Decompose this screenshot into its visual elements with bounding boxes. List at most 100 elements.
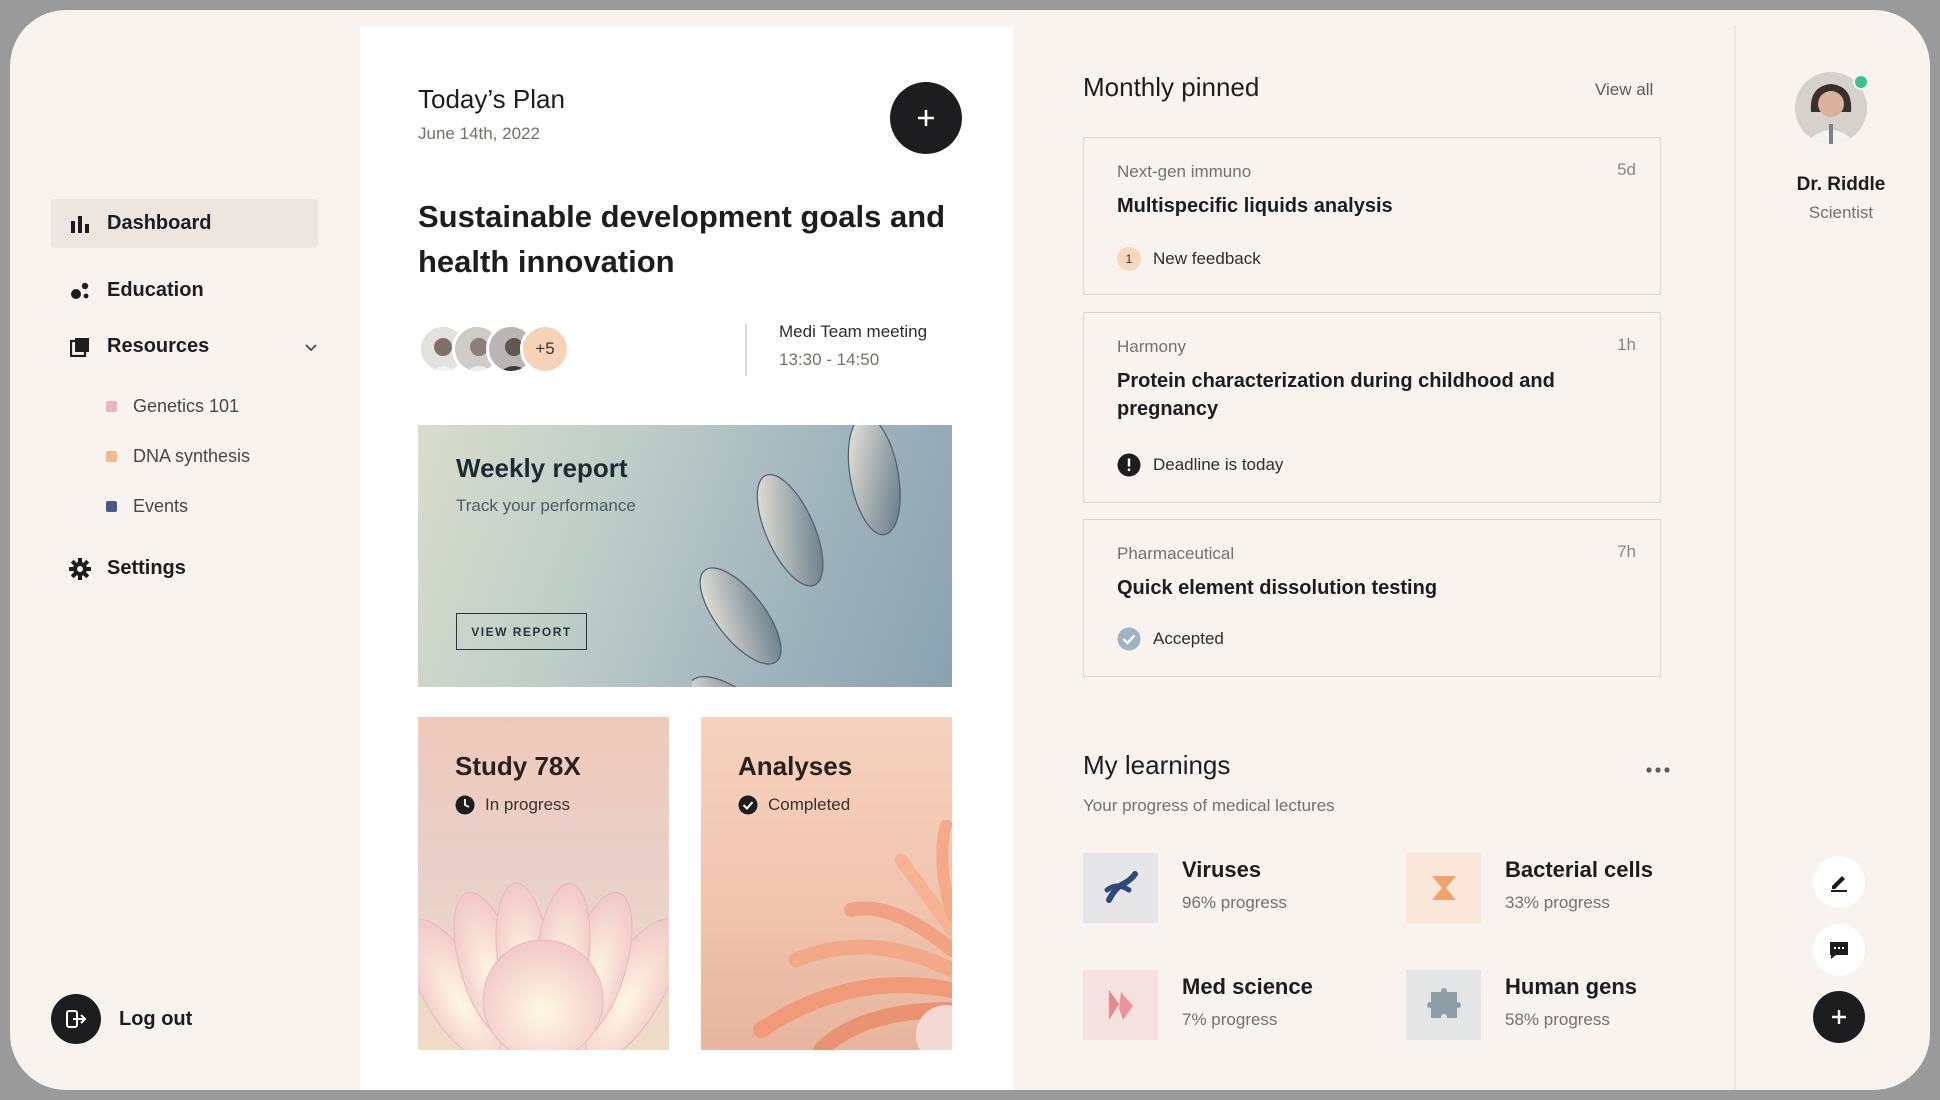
puzzle-icon [1406,970,1481,1040]
sidebar-subitem-label: Genetics 101 [133,396,240,416]
learning-item-viruses[interactable]: Viruses 96% progress [1083,853,1287,923]
color-swatch [106,401,117,412]
pinned-category: Next-gen immuno [1117,162,1252,181]
meeting-name: Medi Team meeting [779,322,928,341]
pinned-time: 7h [1617,542,1636,561]
pinned-item[interactable]: Pharmaceutical 7h Quick element dissolut… [1083,519,1661,677]
sidebar: Dashboard Education Resources Genetics 1… [10,10,360,1090]
weekly-report-title: Weekly report [456,453,628,483]
card-status-label: In progress [485,795,571,814]
pinned-title: Protein characterization during childhoo… [1117,370,1555,420]
sidebar-item-label: Resources [107,335,210,357]
pinned-time: 1h [1617,335,1636,354]
alert-icon [1117,453,1141,477]
learning-item-med-science[interactable]: Med science 7% progress [1083,970,1313,1040]
view-all-link[interactable]: View all [1595,80,1653,100]
sidebar-item-education[interactable]: Education [51,266,318,315]
learning-progress: 58% progress [1505,1010,1610,1029]
analyses-card[interactable]: Analyses Completed [701,717,952,1050]
sidebar-subitem-genetics[interactable]: Genetics 101 [106,396,239,417]
monthly-pinned-title: Monthly pinned [1083,72,1260,102]
meeting-time: 13:30 - 14:50 [779,350,880,369]
flask-icon [1083,970,1158,1040]
bar-chart-icon [69,213,91,235]
clock-icon [455,795,475,815]
plus-icon [1832,1010,1846,1024]
sidebar-item-label: Dashboard [107,212,212,234]
sidebar-item-label: Education [107,279,204,301]
learning-progress: 33% progress [1505,893,1610,912]
pinned-category: Harmony [1117,337,1186,356]
add-plan-button[interactable] [890,82,962,154]
learning-name: Human gens [1505,974,1638,999]
pinned-time: 5d [1617,160,1636,179]
card-title: Study 78X [455,751,581,781]
weekly-report-subtitle: Track your performance [456,496,636,515]
color-swatch [106,451,117,462]
add-button[interactable] [1813,991,1865,1043]
pinned-status-label: Accepted [1153,629,1224,648]
learning-progress: 7% progress [1182,1010,1278,1029]
card-status: Completed [738,795,850,815]
plan-title: Today’s Plan [418,84,565,114]
card-status-label: Completed [768,795,851,814]
tentacle-illustration [753,820,952,1050]
messages-button[interactable] [1813,924,1865,976]
pinned-status: Accepted [1117,627,1224,651]
todays-plan-panel: Today’s Plan June 14th, 2022 Sustainable… [360,26,1013,1090]
pinned-title: Quick element dissolution testing [1117,577,1438,599]
pencil-icon [1831,876,1847,892]
logout-label: Log out [119,1007,193,1030]
check-circle-icon [1117,627,1141,651]
notification-badge: 1 [1117,247,1141,271]
profile-name: Dr. Riddle [1796,174,1886,195]
chevron-down-icon[interactable] [304,336,318,359]
logout-button[interactable]: Log out [51,994,192,1044]
pinned-title: Multispecific liquids analysis [1117,195,1393,217]
pinned-item[interactable]: Next-gen immuno 5d Multispecific liquids… [1083,137,1661,295]
weekly-report-card: Weekly report Track your performance VIE… [418,425,952,687]
online-status-indicator [1853,74,1869,90]
sidebar-item-resources[interactable]: Resources [51,322,318,371]
virus-icon [1083,853,1158,923]
molecule-icon [69,280,91,302]
learning-name: Bacterial cells [1505,857,1653,882]
card-status: In progress [455,795,570,815]
view-report-button[interactable]: VIEW REPORT [456,613,587,650]
attendee-avatars[interactable]: +5 [418,324,570,374]
sidebar-item-label: Settings [107,557,186,579]
app-window: Dashboard Education Resources Genetics 1… [10,10,1930,1090]
sidebar-subitem-dna[interactable]: DNA synthesis [106,446,250,467]
learning-progress: 96% progress [1182,893,1287,912]
learning-item-human-gens[interactable]: Human gens 58% progress [1406,970,1637,1040]
sidebar-item-settings[interactable]: Settings [51,544,318,593]
pinned-status: 1 New feedback [1117,247,1261,271]
divider [745,324,747,376]
profile-role: Scientist [1808,203,1874,222]
logout-icon [51,994,101,1044]
pinned-item[interactable]: Harmony 1h Protein characterization duri… [1083,312,1661,503]
pinned-status-label: New feedback [1153,249,1261,268]
my-learnings-subtitle: Your progress of medical lectures [1083,796,1335,815]
study-card[interactable]: Study 78X In progress [418,717,669,1050]
sidebar-subitem-label: DNA synthesis [133,446,251,466]
learning-name: Med science [1182,974,1313,999]
sidebar-subitem-events[interactable]: Events [106,496,188,517]
edit-button[interactable] [1813,856,1865,908]
plan-headline: Sustainable development goals and health… [418,199,946,279]
more-attendees-badge: +5 [520,324,570,374]
chat-icon [1830,942,1848,959]
learning-name: Viruses [1182,857,1262,882]
more-options-icon[interactable] [1646,760,1670,778]
pinned-status: Deadline is today [1117,453,1283,477]
plan-date: June 14th, 2022 [418,124,540,143]
petal-illustration [418,882,669,1050]
sidebar-subitem-label: Events [133,496,189,516]
stack-icon [69,336,91,358]
learning-item-bacterial-cells[interactable]: Bacterial cells 33% progress [1406,853,1653,923]
gear-icon [69,557,91,580]
card-title: Analyses [738,751,853,781]
sidebar-item-dashboard[interactable]: Dashboard [51,199,318,248]
plus-icon [918,110,934,126]
pinned-status-label: Deadline is today [1153,455,1284,474]
